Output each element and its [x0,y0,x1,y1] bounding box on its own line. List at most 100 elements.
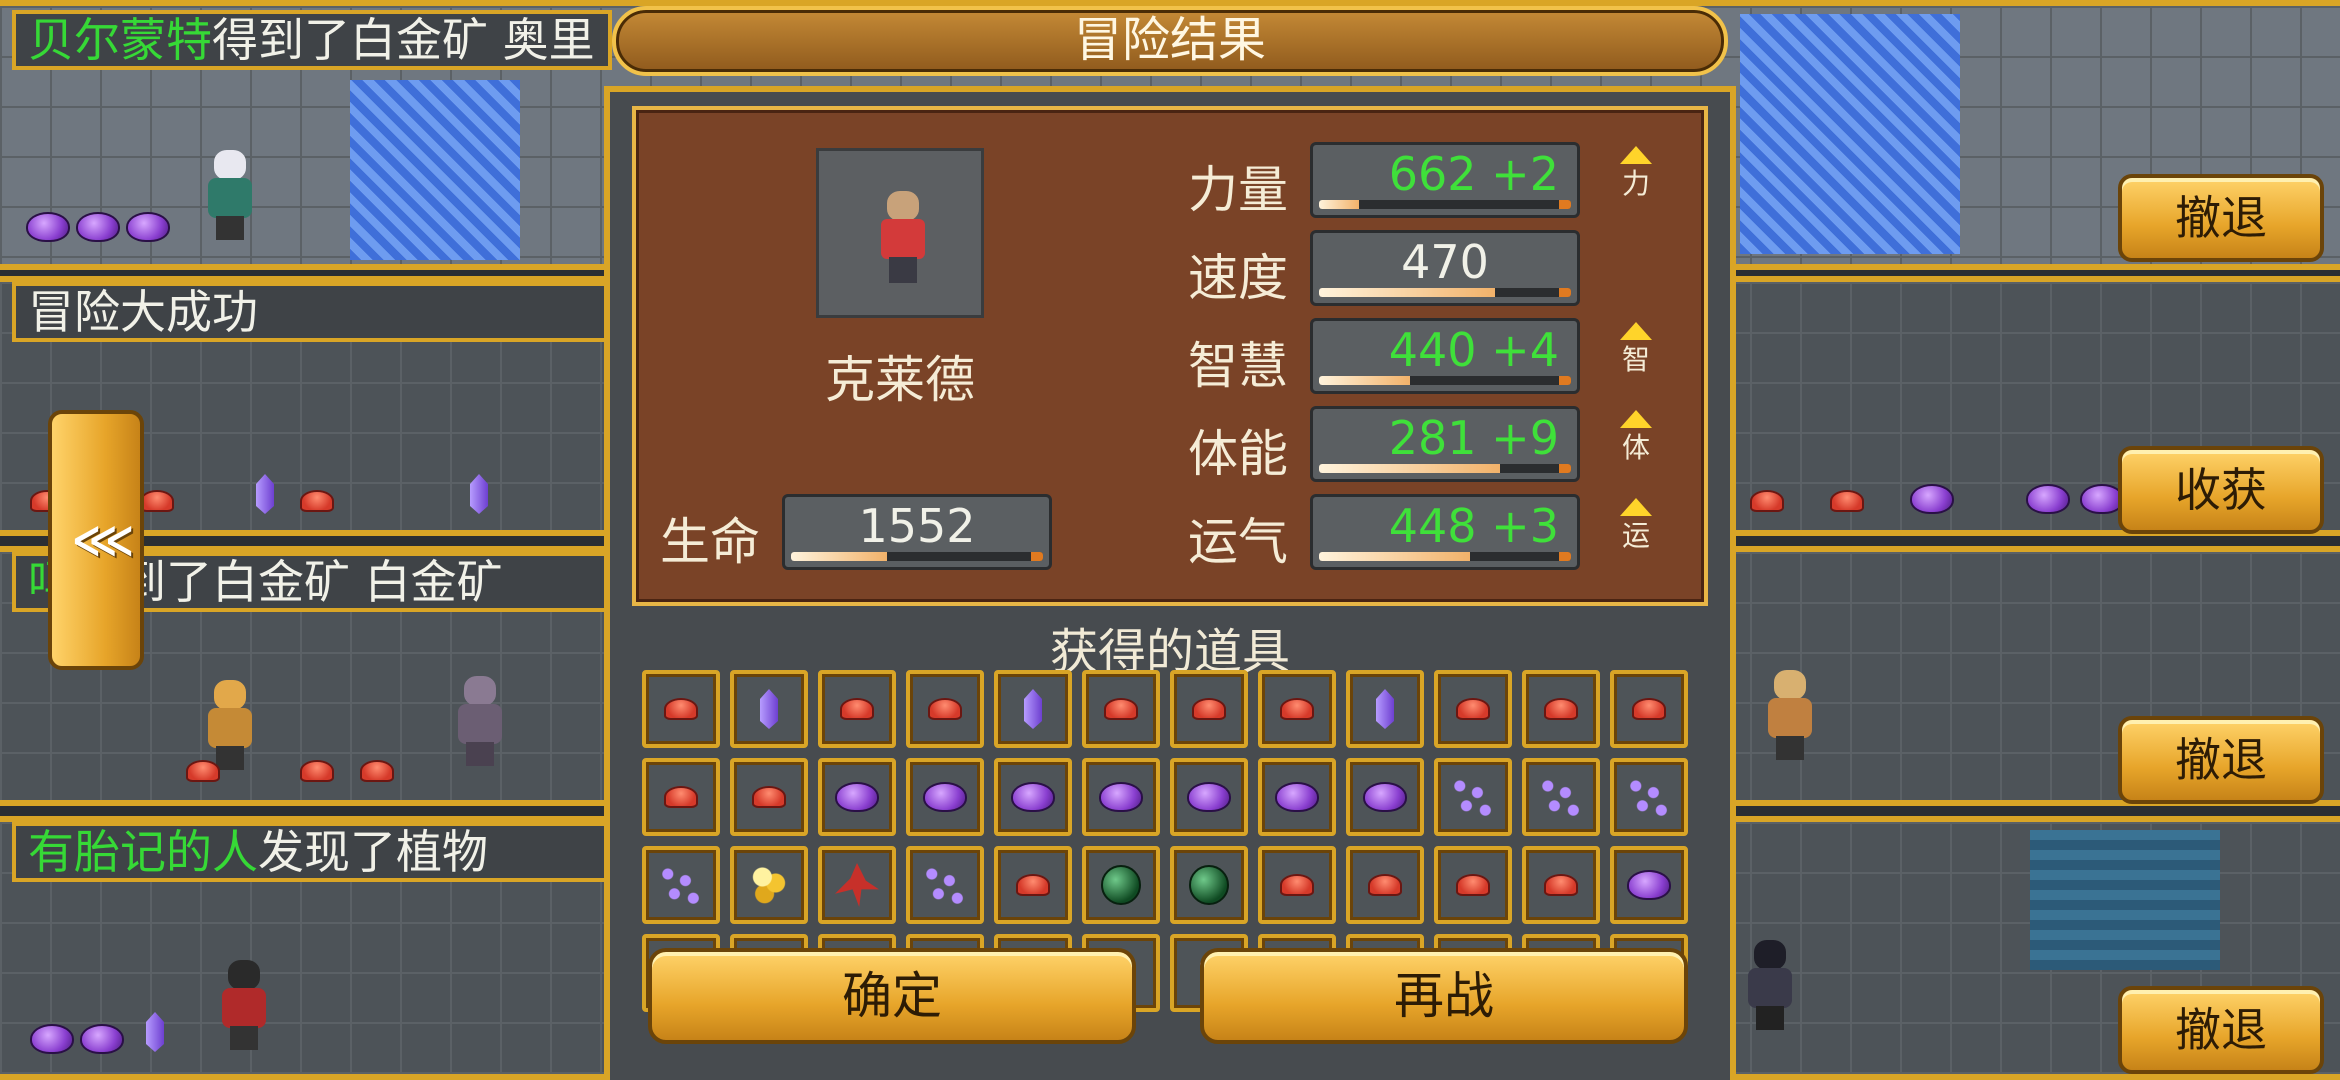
stat-up-icon: 智 [1614,322,1658,376]
ore-icon [664,698,698,720]
green-orb-icon [1101,865,1141,905]
stat-bar [1319,552,1571,561]
stat-value: 440 +4 [1388,323,1559,377]
crystal-icon [760,689,778,729]
beads-icon [1451,775,1495,819]
item-slot[interactable] [994,670,1072,748]
item-slot[interactable] [730,758,808,836]
item-slot[interactable] [642,758,720,836]
stat-value-box: 662 +2 [1310,142,1580,218]
beads-icon [1627,775,1671,819]
item-slot[interactable] [1346,758,1424,836]
water-pool [2030,830,2220,970]
stat-bar [1319,288,1571,297]
retry-button[interactable]: 再战 [1200,948,1688,1044]
ore-icon [752,786,786,808]
item-slot[interactable] [1434,670,1512,748]
item-slot[interactable] [1082,670,1160,748]
item-slot[interactable] [1082,758,1160,836]
dialog-title: 冒险结果 [612,6,1728,76]
item-slot[interactable] [906,846,984,924]
retreat-button[interactable]: 撤退 [2118,716,2324,804]
item-slot[interactable] [818,758,896,836]
stat-value: 470 [1401,235,1489,289]
retreat-button[interactable]: 撤退 [2118,986,2324,1074]
stat-bonus: +3 [1476,499,1559,553]
ore-icon [1104,698,1138,720]
hero-sprite [875,191,931,291]
item-slot[interactable] [1434,846,1512,924]
ore-icon [300,490,334,512]
ore-icon [1544,874,1578,896]
item-slot[interactable] [1522,758,1600,836]
item-slot[interactable] [818,670,896,748]
amethyst-icon [30,1024,74,1054]
ore-icon [1280,874,1314,896]
amethyst-icon [80,1024,124,1054]
item-slot[interactable] [730,846,808,924]
ore-icon [1280,698,1314,720]
item-slot[interactable] [730,670,808,748]
water-tiles [1740,14,1960,254]
amethyst-icon [835,782,879,812]
amethyst-icon [26,212,70,242]
item-slot[interactable] [1170,758,1248,836]
confirm-button[interactable]: 确定 [648,948,1136,1044]
lane-1-message: 贝尔蒙特得到了白金矿 奥里 [12,10,612,70]
amethyst-icon [1910,484,1954,514]
ore-icon [360,760,394,782]
item-slot[interactable] [1170,846,1248,924]
stat-bonus: +2 [1476,147,1559,201]
item-slot[interactable] [994,846,1072,924]
beads-icon [659,863,703,907]
amethyst-icon [1187,782,1231,812]
item-slot[interactable] [1522,670,1600,748]
stat-value-box: 281 +9 [1310,406,1580,482]
stat-bonus: +9 [1476,411,1559,465]
crystal-icon [1024,689,1042,729]
item-slot[interactable] [994,758,1072,836]
life-value-box: 1552 [782,494,1052,570]
item-slot[interactable] [906,758,984,836]
adventurer-sprite [214,960,274,1050]
item-slot[interactable] [642,670,720,748]
ore-icon [1544,698,1578,720]
triple-chevron-left-icon: ⋘ [71,514,134,566]
stat-up-icon: 力 [1614,146,1658,200]
hero-name: 克莱德 [825,351,975,409]
item-slot[interactable] [1258,670,1336,748]
amethyst-icon [1099,782,1143,812]
event-text: 发现了植物 [258,825,488,879]
harvest-button[interactable]: 收获 [2118,446,2324,534]
amethyst-icon [1627,870,1671,900]
stat-bar [1319,200,1571,209]
retreat-button[interactable]: 撤退 [2118,174,2324,262]
ore-icon [1456,874,1490,896]
stat-value: 448 +3 [1388,499,1559,553]
item-slot[interactable] [1082,846,1160,924]
amethyst-icon [2026,484,2070,514]
item-slot[interactable] [1346,846,1424,924]
gold-nugget-icon [747,865,791,905]
item-slot[interactable] [1522,846,1600,924]
item-slot[interactable] [1610,846,1688,924]
amethyst-icon [126,212,170,242]
collapse-panel-button[interactable]: ⋘ [48,410,144,670]
ore-icon [1192,698,1226,720]
item-slot[interactable] [1258,758,1336,836]
item-slot[interactable] [818,846,896,924]
stat-label: 体能 [1188,425,1288,483]
item-slot[interactable] [642,846,720,924]
item-slot[interactable] [1434,758,1512,836]
item-slot[interactable] [1258,846,1336,924]
ore-icon [1830,490,1864,512]
item-slot[interactable] [1170,670,1248,748]
beads-icon [1539,775,1583,819]
item-slot[interactable] [1610,758,1688,836]
item-slot[interactable] [1610,670,1688,748]
item-slot[interactable] [1346,670,1424,748]
ore-icon [300,760,334,782]
plant-icon [835,863,879,907]
event-text: 得到了白金矿 奥里 [212,13,595,67]
item-slot[interactable] [906,670,984,748]
